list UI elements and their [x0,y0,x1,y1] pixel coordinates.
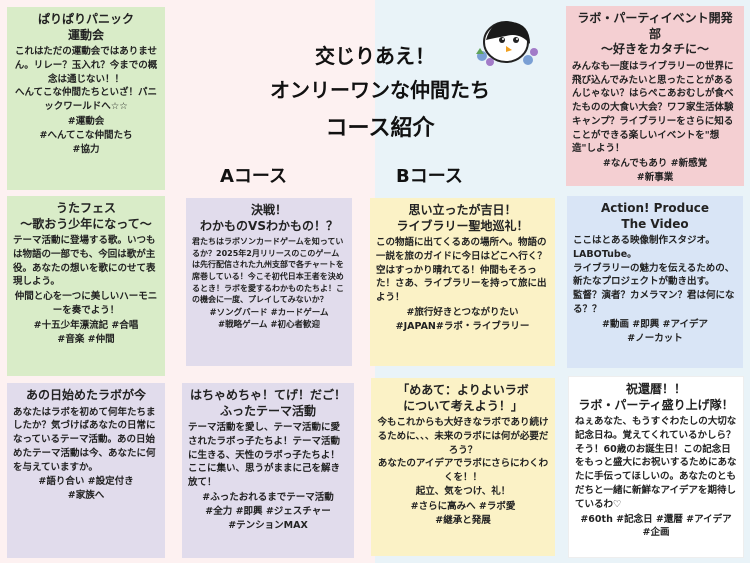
card-title: Action! Produce The Video [600,201,710,231]
card-title: 思い立ったが吉日！ ライブラリー聖地巡礼！ [396,203,529,233]
card-body: これはただの運動会ではありません。リレー？玉入れ？今までの概念は通じない！！ へ… [14,46,158,113]
card-title: ぱりぱりパニック 運動会 [37,12,134,42]
course-card-60th-anniversary[interactable]: 祝還暦！！ ラボ・パーティ盛り上げ隊！ ねぇあなた、もうすぐわたしの大切な記念日… [568,376,744,558]
card-body: テーマ活動に登場する歌。いつもは物語の一部でも、今回は歌が主役。あなたの想いを歌… [13,235,156,288]
card-tags: #ソングバード #カードゲーム #戦略ゲーム #初心者歓迎 [209,307,329,331]
course-card-card-game-battle[interactable]: 決戦！ わかものVSわかもの！？ 君たちはラボソンカードゲームを知っているか？2… [186,198,352,366]
card-body: あなたはラボを初めて何年たちましたか？気づけばあなたの日常になっているテーマ活動… [13,406,156,473]
course-card-uta-fes[interactable]: うたフェス ～歌おう少年になって～ テーマ活動に登場する歌。いつもは物語の一部で… [7,196,165,376]
card-title: 祝還暦！！ ラボ・パーティ盛り上げ隊！ [578,382,734,412]
card-body: ここはとある映像制作スタジオ。LABOTube。 ライブラリーの魅力を伝えるため… [573,235,735,316]
course-card-panic-sports-day[interactable]: ぱりぱりパニック 運動会 これはただの運動会ではありません。リレー？玉入れ？今ま… [7,7,165,190]
card-body: 君たちはラボソンカードゲームを知っているか？2025年2月リリースのこのゲームは… [192,237,344,305]
card-title: ラボ・パーティイベント開発部 ～好きをカタチに～ [577,11,733,57]
penguin-mascot-icon [476,21,538,66]
card-body: みんなも一度はライブラリーの世界に飛び込んでみたいと思ったことがあるんじゃない？… [572,60,734,155]
card-tags: #ふったおれるまでテーマ活動 #全力 #即興 #ジェスチャー #テンションMAX [202,492,334,531]
card-body: 今もこれからも大好きなラボであり続けるために、、、未来のラボには何が必要だろう？… [377,417,549,498]
card-tags: #60th #記念日 #還暦 #アイデア #企画 [580,513,732,539]
title-line-2: オンリーワンな仲間たち [270,78,490,102]
course-b-heading: Bコース [396,166,463,187]
course-card-labo-since-that-day[interactable]: あの日始めたラボが今 あなたはラボを初めて何年たちましたか？気づけばあなたの日常… [7,383,165,558]
card-tags: #なんでもあり #新感覚 #新事業 [602,158,708,183]
card-title: 「めあて：よりよいラボ について考えよう！」 [397,383,529,413]
course-card-produce-video[interactable]: Action! Produce The Video ここはとある映像制作スタジオ… [567,196,743,368]
card-tags: #旅行好きとつながりたい #JAPAN#ラボ・ライブラリー [395,307,530,332]
card-tags: #さらに高みへ #ラボ愛 #継承と発展 [410,500,516,526]
card-title: はちゃめちゃ！てげ！だご！ ふったテーマ活動 [189,388,346,418]
card-body-2: 仲間と心を一つに美しいハーモニーを奏でよう！ [14,291,158,317]
card-title: あの日始めたラボが今 [25,388,146,402]
card-title: 決戦！ わかものVSわかもの！？ [200,203,338,233]
card-body: テーマ活動を愛し、テーマ活動に愛されたラボっ子たちよ！テーマ活動に生きる、天性の… [188,422,341,489]
subtitle: コース紹介 [325,116,435,141]
card-tags: #動画 #即興 #アイデア #ノーカット [601,318,709,344]
course-card-library-pilgrimage[interactable]: 思い立ったが吉日！ ライブラリー聖地巡礼！ この物語に出てくるあの場所へ。物語の… [370,198,555,366]
course-a-heading: Aコース [220,166,288,187]
card-body: ねぇあなた、もうすぐわたしの大切な記念日ね。覚えてくれているかしら？そう！60歳… [575,416,737,510]
card-tags: #運動会 #へんてこな仲間たち #協力 [39,116,133,155]
course-card-crazy-theme-activity[interactable]: はちゃめちゃ！てげ！だご！ ふったテーマ活動 テーマ活動を愛し、テーマ活動に愛さ… [182,383,354,558]
course-card-event-dev-dept[interactable]: ラボ・パーティイベント開発部 ～好きをカタチに～ みんなも一度はライブラリーの世… [566,6,744,186]
card-tags: #十五少年漂流記 #合唱 #音楽 #仲間 [33,319,139,345]
card-body: この物語に出てくるあの場所へ。物語の一説を旅のガイドに今日はどこへ行く？空はすっ… [376,237,547,304]
card-title: うたフェス ～歌おう少年になって～ [20,201,152,231]
card-tags: #語り合い #設定付き #家族へ [38,476,134,502]
course-card-better-labo[interactable]: 「めあて：よりよいラボ について考えよう！」 今もこれからも大好きなラボであり続… [371,378,555,556]
